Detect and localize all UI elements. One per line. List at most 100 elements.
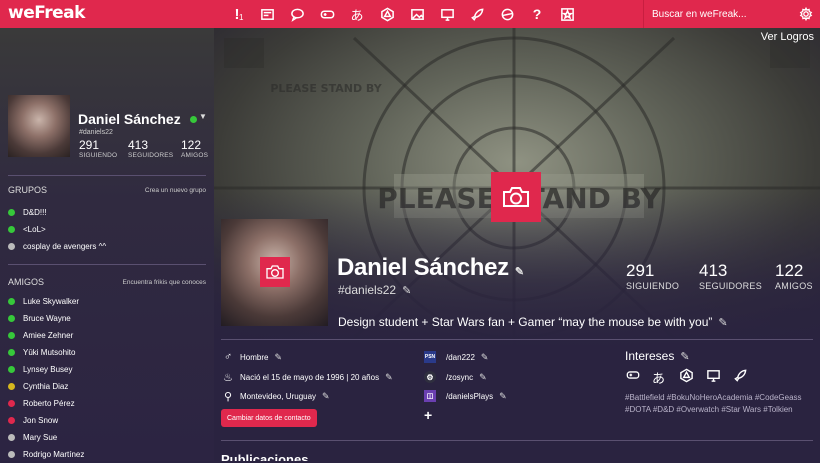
interests-icons: あ bbox=[625, 368, 760, 387]
rocket-icon[interactable] bbox=[733, 368, 760, 387]
friend-name: Luke Skywalker bbox=[23, 297, 80, 306]
divider bbox=[221, 440, 813, 441]
birthday-row: ♨ Nació el 15 de mayo de 1996 | 20 años … bbox=[221, 371, 393, 384]
profile-name: Daniel Sánchez ✎ bbox=[337, 254, 524, 282]
stat-value: 291 bbox=[79, 138, 100, 152]
app-logo[interactable]: weFreak bbox=[8, 3, 85, 23]
gamepad-icon[interactable] bbox=[625, 368, 652, 387]
find-friends-link[interactable]: Encuentra frikis que conoces bbox=[123, 279, 206, 286]
pencil-icon[interactable]: ✎ bbox=[385, 372, 393, 383]
sidebar-stat-followers[interactable]: 413 SEGUIDORES bbox=[128, 138, 173, 159]
friend-status-dot bbox=[8, 315, 15, 322]
pencil-icon[interactable]: ✎ bbox=[515, 265, 524, 278]
location-row: ⚲ Montevideo, Uruguay ✎ bbox=[221, 390, 330, 403]
dice-icon[interactable] bbox=[679, 368, 706, 387]
pencil-icon[interactable]: ✎ bbox=[322, 391, 330, 402]
change-cover-button[interactable] bbox=[491, 172, 541, 222]
achievements-link[interactable]: Ver Logros bbox=[761, 31, 814, 43]
stat-value: 122 bbox=[181, 138, 202, 152]
sidebar-avatar[interactable] bbox=[8, 95, 70, 157]
sidebar: Daniel Sánchez ▼ #daniels22 291 SIGUIEND… bbox=[0, 28, 214, 461]
account-handle[interactable]: /dan222 bbox=[446, 353, 475, 362]
star-icon[interactable] bbox=[552, 0, 582, 28]
friend-item[interactable]: Rodrigo Martínez bbox=[8, 446, 84, 463]
friend-item[interactable]: Luke Skywalker bbox=[8, 293, 84, 310]
friend-item[interactable]: Roberto Pérez bbox=[8, 395, 84, 412]
friend-status-dot bbox=[8, 298, 15, 305]
divider bbox=[8, 264, 206, 265]
top-bar: weFreak ! 1 あ ? bbox=[0, 0, 820, 28]
friend-item[interactable]: Mary Sue bbox=[8, 429, 84, 446]
stat-friends[interactable]: 122 AMIGOS bbox=[775, 261, 813, 291]
account-row-steam: ⚙ /zosync ✎ bbox=[424, 371, 487, 383]
change-contact-button[interactable]: Cambiar datos de contacto bbox=[221, 409, 317, 427]
search-box[interactable] bbox=[643, 0, 791, 28]
profile-main: PLEASE STAND BY PLEASE STAND BY Ver Logr… bbox=[214, 28, 820, 461]
stat-label: SIGUIENDO bbox=[626, 281, 680, 291]
alert-icon[interactable]: ! 1 bbox=[222, 0, 252, 28]
camera-icon bbox=[503, 187, 529, 207]
pencil-icon[interactable]: ✎ bbox=[718, 316, 727, 329]
search-input[interactable] bbox=[652, 8, 787, 20]
account-handle[interactable]: /danielsPlays bbox=[446, 392, 493, 401]
settings-icon[interactable] bbox=[792, 0, 820, 28]
stat-value: 291 bbox=[626, 261, 655, 280]
anime-icon[interactable]: あ bbox=[342, 0, 372, 28]
friend-name: Cynthia Diaz bbox=[23, 382, 69, 391]
chevron-down-icon[interactable]: ▼ bbox=[199, 112, 207, 121]
friend-item[interactable]: Lynsey Busey bbox=[8, 361, 84, 378]
dice-icon[interactable] bbox=[372, 0, 402, 28]
groups-title: GRUPOS bbox=[8, 185, 48, 195]
help-icon[interactable]: ? bbox=[522, 0, 552, 28]
stat-following[interactable]: 291 SIGUIENDO bbox=[626, 261, 679, 291]
pencil-icon[interactable]: ✎ bbox=[402, 284, 411, 297]
gamepad-icon[interactable] bbox=[312, 0, 342, 28]
add-account-icon[interactable]: + bbox=[424, 407, 432, 423]
rocket-icon[interactable] bbox=[462, 0, 492, 28]
stat-label: AMIGOS bbox=[775, 281, 813, 291]
sidebar-user-name[interactable]: Daniel Sánchez bbox=[78, 111, 181, 127]
interest-tags: #Battlefield #BokuNoHeroAcademia #CodeGe… bbox=[625, 393, 802, 414]
pencil-icon[interactable]: ✎ bbox=[680, 350, 689, 363]
stat-followers[interactable]: 413 SEGUIDORES bbox=[699, 261, 762, 291]
friend-item[interactable]: Amiee Zehner bbox=[8, 327, 84, 344]
pencil-icon[interactable]: ✎ bbox=[499, 391, 507, 402]
friend-status-dot bbox=[8, 349, 15, 356]
male-icon: ♂ bbox=[223, 351, 233, 363]
gallery-icon[interactable] bbox=[402, 0, 432, 28]
psn-icon: PSN bbox=[424, 351, 436, 363]
posts-section-title: Publicaciones bbox=[221, 452, 309, 461]
stat-label: SIGUIENDO bbox=[79, 152, 118, 159]
sidebar-user-handle: #daniels22 bbox=[79, 129, 113, 136]
online-status-dot bbox=[190, 116, 197, 123]
friend-item[interactable]: Bruce Wayne bbox=[8, 310, 84, 327]
account-handle[interactable]: /zosync bbox=[446, 373, 473, 382]
friend-item[interactable]: Jon Snow bbox=[8, 412, 84, 429]
change-avatar-button[interactable] bbox=[260, 257, 290, 287]
group-status-dot bbox=[8, 209, 15, 216]
pencil-icon[interactable]: ✎ bbox=[481, 352, 489, 363]
friend-item[interactable]: Cynthia Diaz bbox=[8, 378, 84, 395]
friend-item[interactable]: Yūki Mutsohito bbox=[8, 344, 84, 361]
profile-bio: Design student + Star Wars fan + Gamer “… bbox=[338, 315, 728, 329]
anime-icon[interactable]: あ bbox=[652, 368, 679, 387]
tv-icon[interactable] bbox=[706, 368, 733, 387]
interests-title: Intereses ✎ bbox=[625, 349, 690, 363]
tv-icon[interactable] bbox=[432, 0, 462, 28]
group-status-dot bbox=[8, 243, 15, 250]
pencil-icon[interactable]: ✎ bbox=[274, 352, 282, 363]
sidebar-stat-friends[interactable]: 122 AMIGOS bbox=[181, 138, 208, 159]
stat-label: SEGUIDORES bbox=[128, 152, 174, 159]
circle-icon[interactable] bbox=[492, 0, 522, 28]
news-icon[interactable] bbox=[252, 0, 282, 28]
chat-icon[interactable] bbox=[282, 0, 312, 28]
group-item[interactable]: D&D!!! bbox=[8, 204, 106, 221]
create-group-link[interactable]: Crea un nuevo grupo bbox=[145, 187, 206, 194]
pencil-icon[interactable]: ✎ bbox=[479, 372, 487, 383]
friend-name: Lynsey Busey bbox=[23, 365, 73, 374]
stat-label: AMIGOS bbox=[181, 152, 209, 159]
group-item[interactable]: <LoL> bbox=[8, 221, 106, 238]
profile-handle-text: #daniels22 bbox=[338, 283, 397, 297]
group-item[interactable]: cosplay de avengers ^^ bbox=[8, 238, 106, 255]
sidebar-stat-following[interactable]: 291 SIGUIENDO bbox=[79, 138, 117, 159]
